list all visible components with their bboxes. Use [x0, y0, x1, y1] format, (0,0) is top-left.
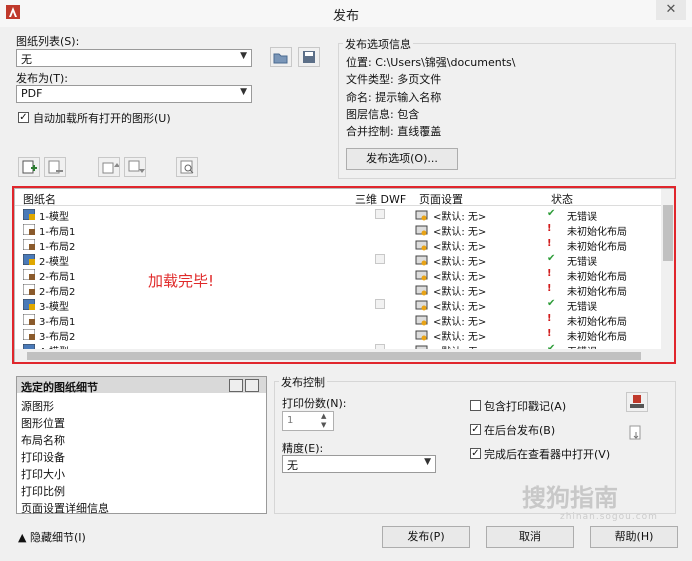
close-button[interactable]: ✕ — [656, 0, 686, 20]
spin-up-icon[interactable]: ▲ — [321, 412, 326, 420]
sheet-list-select[interactable]: 无 ▼ — [16, 49, 252, 67]
open-viewer-checkbox[interactable]: ✓ — [470, 448, 481, 459]
chevron-down-icon: ▼ — [240, 51, 247, 61]
details-view-icon[interactable] — [229, 379, 243, 392]
load-sheet-list-button[interactable] — [270, 47, 292, 67]
remove-sheets-button[interactable] — [44, 157, 66, 177]
info-layer: 图层信息: 包含 — [346, 108, 420, 121]
move-down-icon — [128, 160, 145, 173]
window-title: 发布 — [332, 9, 359, 24]
copies-spinner[interactable]: 1 ▲ ▼ — [282, 411, 334, 431]
move-up-button[interactable] — [98, 157, 120, 177]
publish-to-value: PDF — [21, 87, 43, 100]
details-copy-icon[interactable] — [245, 379, 259, 392]
move-up-icon — [102, 162, 120, 174]
precision-label: 精度(E): — [282, 442, 324, 455]
magnifier-icon — [180, 160, 194, 174]
save-icon — [303, 51, 315, 63]
chevron-down-icon: ▼ — [424, 457, 431, 467]
background-publish-label: 在后台发布(B) — [484, 424, 556, 437]
include-stamp-checkbox[interactable] — [470, 400, 481, 411]
caret-up-icon: ▲ — [18, 531, 27, 544]
detail-item: 布局名称 — [21, 434, 65, 447]
hide-details-link[interactable]: ▲ 隐藏细节(I) — [18, 529, 86, 545]
add-sheets-button[interactable] — [18, 157, 40, 177]
stamp-settings-button[interactable] — [626, 392, 648, 412]
info-naming: 命名: 提示输入名称 — [346, 91, 442, 104]
detail-item: 打印大小 — [21, 468, 65, 481]
highlight-frame — [12, 186, 676, 364]
precision-select[interactable]: 无 ▼ — [282, 455, 436, 473]
sheet-details-panel: 选定的图纸细节 源图形图形位置布局名称打印设备打印大小打印比例页面设置详细信息 — [16, 376, 267, 515]
chevron-down-icon: ▼ — [240, 87, 247, 97]
detail-item: 页面设置详细信息 — [21, 502, 109, 515]
spin-down-icon[interactable]: ▼ — [321, 421, 326, 429]
title-bar: 发布 ✕ — [0, 0, 692, 27]
save-sheet-list-button[interactable] — [298, 47, 320, 67]
loaded-annotation: 加载完毕! — [148, 272, 215, 290]
sheet-details-title: 选定的图纸细节 — [21, 381, 98, 394]
stamp-icon — [630, 395, 644, 408]
info-merge: 合并控制: 直线覆盖 — [346, 125, 442, 138]
copies-label: 打印份数(N): — [282, 397, 347, 410]
sheet-list-value: 无 — [21, 53, 32, 66]
copies-value: 1 — [287, 415, 294, 426]
publish-control-title: 发布控制 — [279, 374, 327, 390]
remove-sheet-icon — [48, 160, 63, 174]
info-location: 位置: C:\Users\锦强\documents\ — [346, 56, 516, 69]
help-button[interactable]: 帮助(H) — [590, 526, 678, 548]
background-publish-checkbox[interactable]: ✓ — [470, 424, 481, 435]
sheet-list-label: 图纸列表(S): — [16, 35, 80, 48]
detail-item: 图形位置 — [21, 417, 65, 430]
export-button[interactable] — [626, 424, 648, 444]
info-title: 发布选项信息 — [343, 36, 413, 52]
auto-load-label: 自动加载所有打开的图形(U) — [33, 112, 171, 125]
include-stamp-label: 包含打印戳记(A) — [484, 400, 567, 413]
precision-value: 无 — [287, 459, 298, 472]
open-viewer-label: 完成后在查看器中打开(V) — [484, 448, 611, 461]
cancel-button[interactable]: 取消 — [486, 526, 574, 548]
publish-to-label: 发布为(T): — [16, 72, 69, 85]
detail-item: 打印比例 — [21, 485, 65, 498]
auto-load-checkbox[interactable]: ✓ — [18, 112, 29, 123]
export-icon — [629, 425, 641, 440]
add-sheet-icon — [22, 160, 37, 174]
watermark-brand: 搜狗指南 — [522, 484, 618, 512]
detail-item: 打印设备 — [21, 451, 65, 464]
move-down-button[interactable] — [124, 157, 146, 177]
folder-open-icon — [273, 53, 288, 64]
publish-button[interactable]: 发布(P) — [382, 526, 470, 548]
hide-details-label: 隐藏细节(I) — [29, 531, 86, 544]
publish-to-select[interactable]: PDF ▼ — [16, 85, 252, 103]
sheet-details-header: 选定的图纸细节 — [17, 377, 266, 394]
publish-options-button[interactable]: 发布选项(O)... — [346, 148, 458, 170]
preview-button[interactable] — [176, 157, 198, 177]
info-file-type: 文件类型: 多页文件 — [346, 73, 442, 86]
watermark-url: zhinan.sogou.com — [560, 512, 658, 522]
detail-item: 源图形 — [21, 400, 54, 413]
